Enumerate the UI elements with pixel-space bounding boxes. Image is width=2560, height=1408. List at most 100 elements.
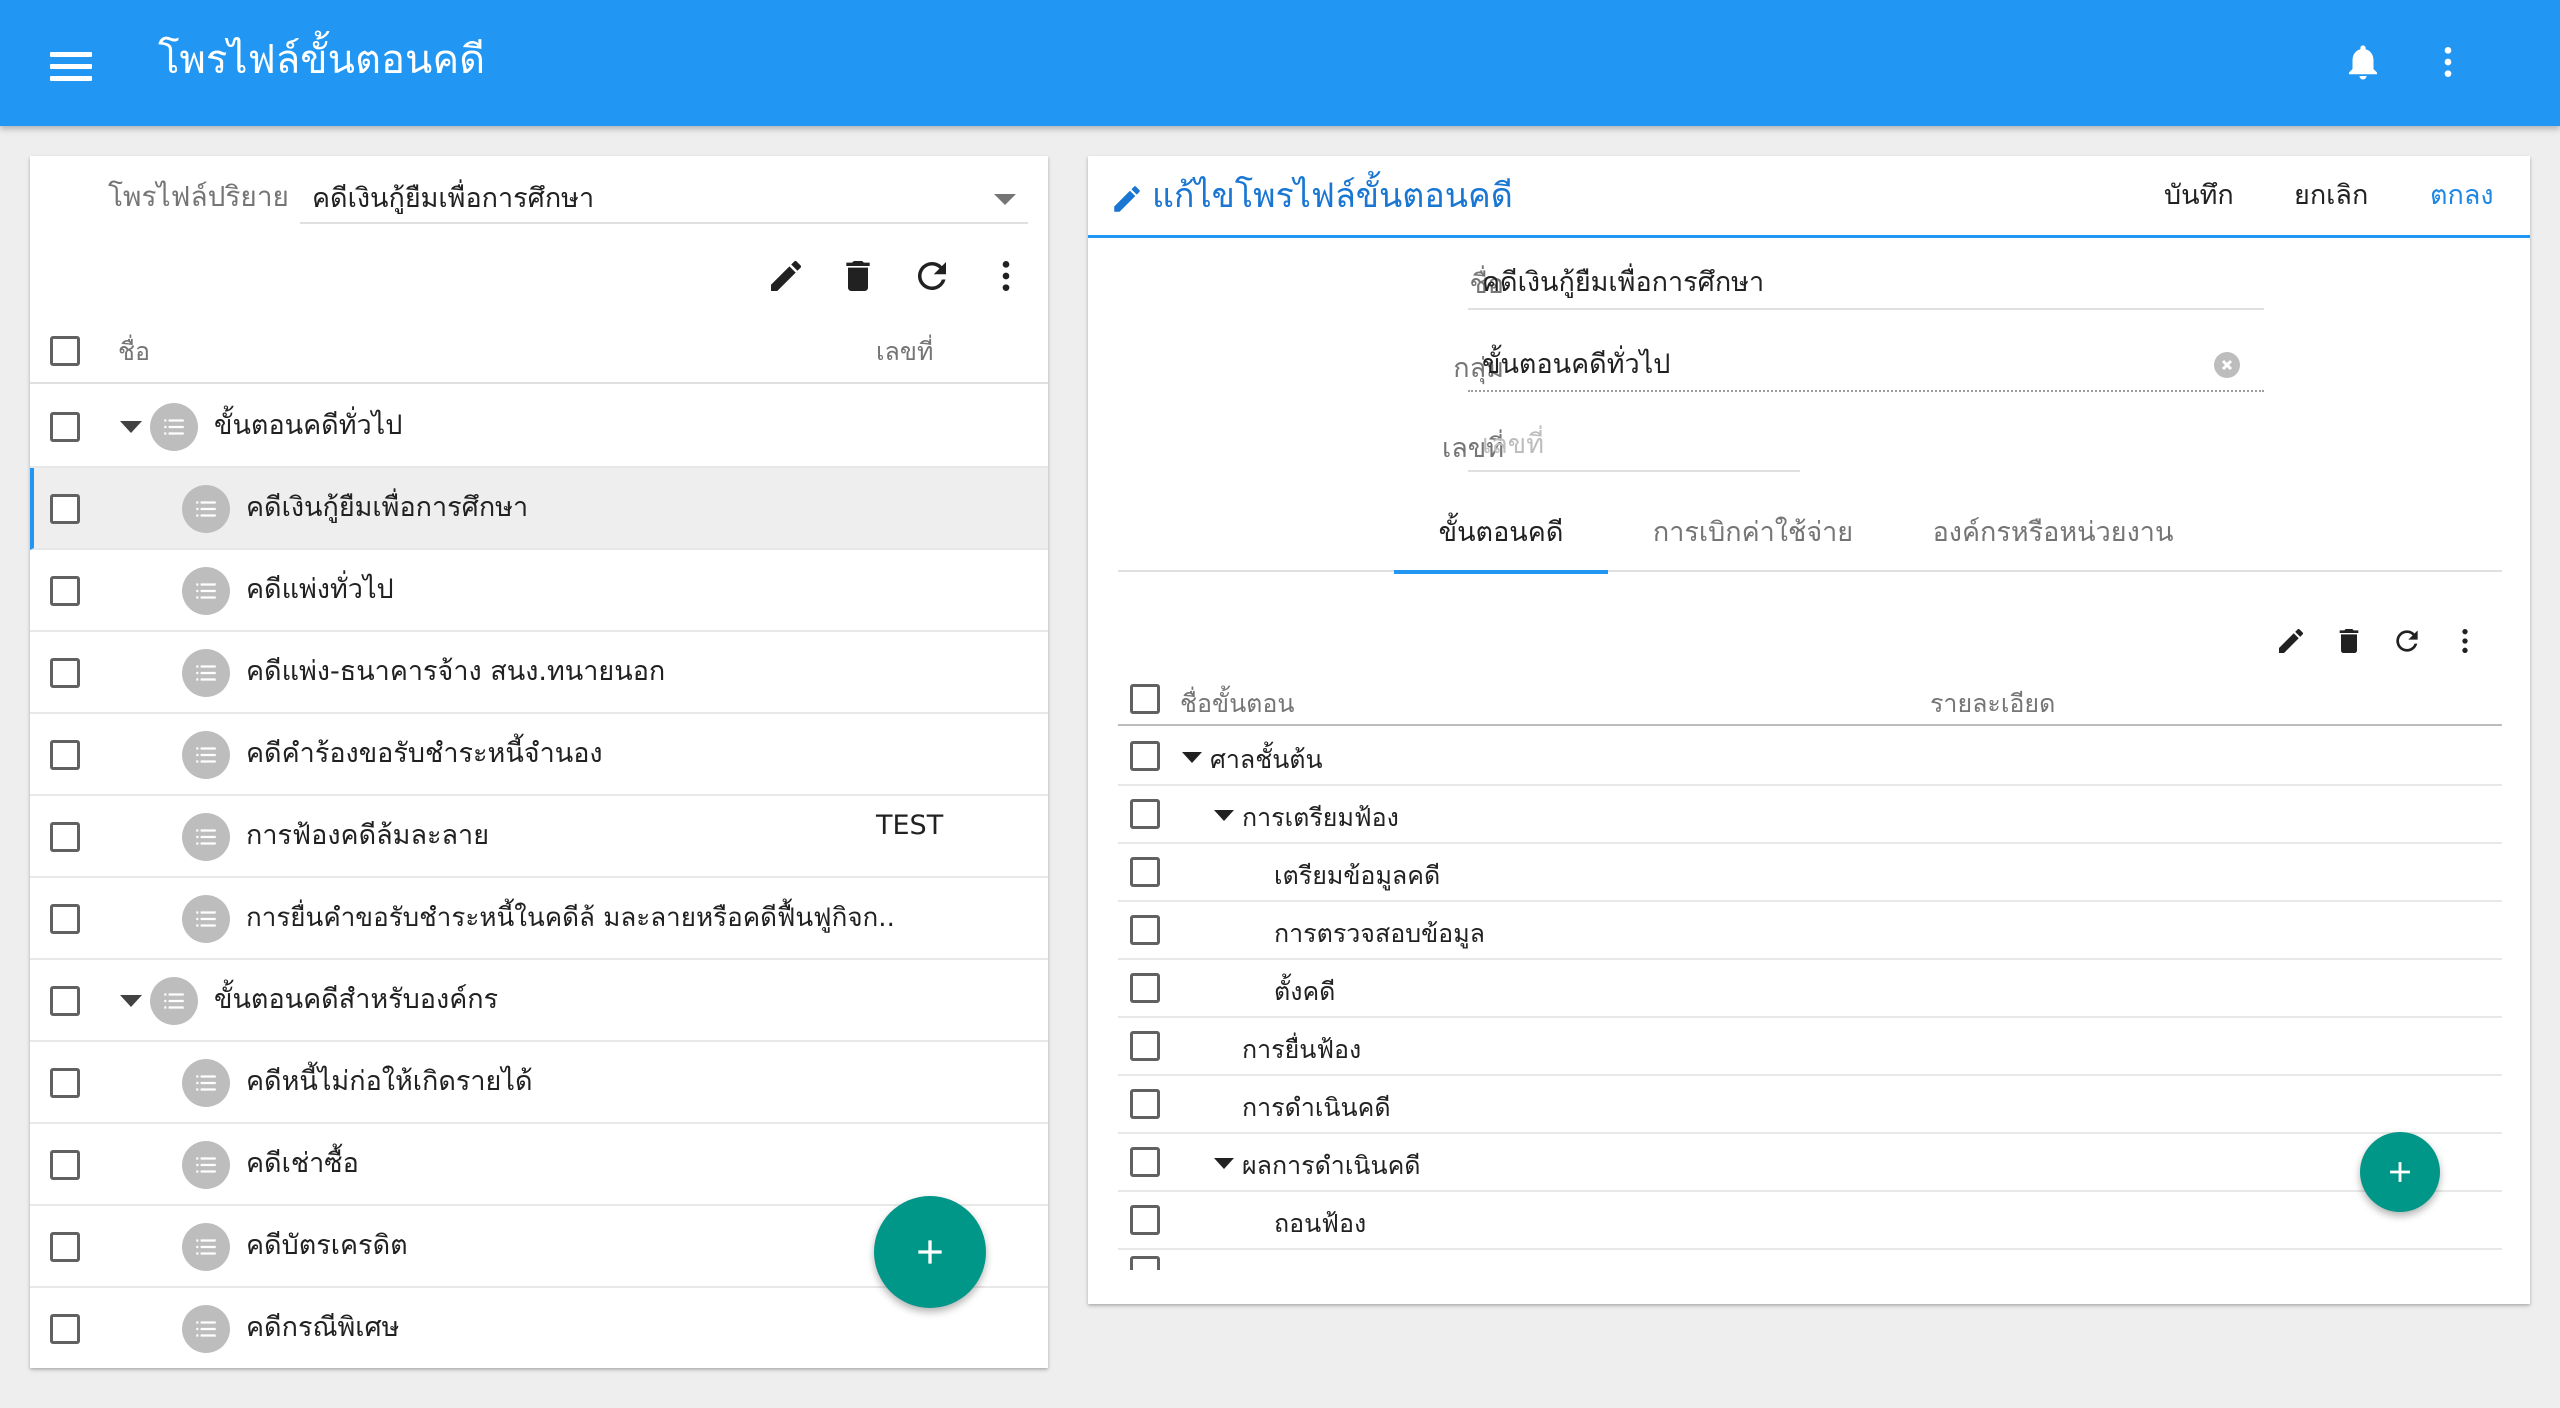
row-checkbox[interactable]	[1130, 973, 1160, 1003]
list-header: ชื่อ เลขที่	[30, 316, 1048, 384]
more-vert-icon[interactable]	[2428, 38, 2468, 86]
default-profile-select[interactable]: คดีเงินกู้ยืมเพื่อการศึกษา	[300, 168, 1028, 224]
tab-organizations[interactable]: องค์กรหรือหน่วยงาน	[1898, 496, 2208, 572]
row-checkbox[interactable]	[1130, 1031, 1160, 1061]
profile-list-card: โพรไฟล์ปริยาย คดีเงินกู้ยืมเพื่อการศึกษา…	[30, 156, 1048, 1368]
row-checkbox[interactable]	[50, 1068, 80, 1098]
refresh-icon[interactable]	[904, 248, 960, 304]
tree-row[interactable]: คดีแพ่ง-ธนาคารจ้าง สนง.ทนายนอก	[30, 632, 1048, 714]
row-label: ขั้นตอนคดีทั่วไป	[214, 410, 403, 441]
row-label: คดีแพ่งทั่วไป	[246, 574, 394, 605]
expand-caret-icon[interactable]	[120, 995, 142, 1007]
cancel-button[interactable]: ยกเลิก	[2286, 174, 2376, 218]
row-checkbox[interactable]	[50, 1150, 80, 1180]
step-label: เตรียมข้อมูลคดี	[1274, 861, 1441, 890]
row-label: การยื่นคำขอรับชำระหนี้ในคดีล้ มละลายหรือ…	[246, 903, 895, 933]
expand-caret-icon[interactable]	[1214, 1158, 1234, 1169]
row-number: TEST	[876, 810, 944, 841]
number-field[interactable]: เลขที่	[1468, 414, 1800, 472]
tree-group-row[interactable]: ขั้นตอนคดีสำหรับองค์กร	[30, 960, 1048, 1042]
step-label: การยื่นฟ้อง	[1242, 1035, 1362, 1064]
add-step-button[interactable]	[2360, 1132, 2440, 1212]
ok-button[interactable]: ตกลง	[2422, 174, 2502, 218]
edit-icon[interactable]	[758, 248, 814, 304]
clear-icon[interactable]	[2214, 352, 2240, 378]
row-checkbox[interactable]	[50, 576, 80, 606]
refresh-icon[interactable]	[2384, 618, 2430, 664]
row-checkbox[interactable]	[1130, 1256, 1160, 1270]
more-vert-icon[interactable]	[2442, 618, 2488, 664]
tab-expenses[interactable]: การเบิกค่าใช้จ่าย	[1628, 496, 1878, 572]
list-icon	[182, 895, 230, 943]
add-profile-button[interactable]	[874, 1196, 986, 1308]
delete-icon[interactable]	[830, 248, 886, 304]
tree-row[interactable]: คดีคำร้องขอรับชำระหนี้จำนอง	[30, 714, 1048, 796]
row-checkbox[interactable]	[50, 986, 80, 1016]
delete-icon[interactable]	[2326, 618, 2372, 664]
bell-icon[interactable]	[2342, 38, 2384, 86]
step-label: การเตรียมฟ้อง	[1242, 803, 1399, 832]
group-value: ขั้นตอนคดีทั่วไป	[1482, 349, 1671, 380]
step-row[interactable]: การเตรียมฟ้อง	[1118, 786, 2502, 844]
list-icon	[182, 485, 230, 533]
column-header-detail: รายละเอียด	[1930, 689, 2056, 718]
step-row[interactable]: เตรียมข้อมูลคดี	[1118, 844, 2502, 902]
row-checkbox[interactable]	[50, 822, 80, 852]
tree-row[interactable]: คดีหนี้ไม่ก่อให้เกิดรายได้	[30, 1042, 1048, 1124]
tree-row-selected[interactable]: คดีเงินกู้ยืมเพื่อการศึกษา	[30, 468, 1048, 550]
select-all-checkbox[interactable]	[1130, 684, 1160, 714]
expand-caret-icon[interactable]	[1214, 810, 1234, 821]
row-checkbox[interactable]	[1130, 799, 1160, 829]
row-label: การฟ้องคดีล้มละลาย	[246, 820, 490, 851]
row-checkbox[interactable]	[50, 412, 80, 442]
more-vert-icon[interactable]	[978, 248, 1034, 304]
hamburger-icon[interactable]	[50, 52, 92, 82]
step-row[interactable]: การตรวจสอบข้อมูล	[1118, 902, 2502, 960]
step-row-partial[interactable]	[1118, 1250, 2502, 1270]
list-icon	[182, 1305, 230, 1353]
list-icon	[182, 1141, 230, 1189]
row-checkbox[interactable]	[1130, 741, 1160, 771]
step-row[interactable]: ศาลชั้นต้น	[1118, 728, 2502, 786]
list-icon	[182, 813, 230, 861]
row-checkbox[interactable]	[50, 1232, 80, 1262]
step-label: การดำเนินคดี	[1242, 1093, 1391, 1122]
row-checkbox[interactable]	[50, 494, 80, 524]
column-header-number: เลขที่	[876, 337, 934, 366]
row-checkbox[interactable]	[1130, 1147, 1160, 1177]
column-header-step-name: ชื่อขั้นตอน	[1180, 689, 1295, 718]
edit-icon[interactable]	[2268, 618, 2314, 664]
tree-row[interactable]: คดีกรณีพิเศษ	[30, 1288, 1048, 1368]
expand-caret-icon[interactable]	[120, 421, 142, 433]
row-label: คดีกรณีพิเศษ	[246, 1312, 400, 1343]
row-checkbox[interactable]	[1130, 857, 1160, 887]
edit-card-header: แก้ไขโพรไฟล์ขั้นตอนคดี บันทึก ยกเลิก ตกล…	[1088, 156, 2530, 238]
expand-caret-icon[interactable]	[1182, 752, 1202, 763]
row-checkbox[interactable]	[1130, 915, 1160, 945]
tree-group-row[interactable]: ขั้นตอนคดีทั่วไป	[30, 386, 1048, 468]
dropdown-arrow-icon	[994, 194, 1016, 205]
row-checkbox[interactable]	[50, 1314, 80, 1344]
group-field[interactable]: ขั้นตอนคดีทั่วไป	[1468, 334, 2264, 392]
select-all-checkbox[interactable]	[50, 336, 80, 366]
step-row[interactable]: การยื่นฟ้อง	[1118, 1018, 2502, 1076]
tab-case-steps[interactable]: ขั้นตอนคดี	[1394, 496, 1608, 574]
row-checkbox[interactable]	[50, 740, 80, 770]
row-checkbox[interactable]	[50, 904, 80, 934]
tab-bar: ขั้นตอนคดี การเบิกค่าใช้จ่าย องค์กรหรือห…	[1118, 496, 2502, 574]
tree-row[interactable]: การยื่นคำขอรับชำระหนี้ในคดีล้ มละลายหรือ…	[30, 878, 1048, 960]
step-row[interactable]: ตั้งคดี	[1118, 960, 2502, 1018]
save-button[interactable]: บันทึก	[2156, 174, 2242, 218]
tree-row[interactable]: คดีแพ่งทั่วไป	[30, 550, 1048, 632]
tree-row[interactable]: การฟ้องคดีล้มละลาย TEST	[30, 796, 1048, 878]
name-field[interactable]: คดีเงินกู้ยืมเพื่อการศึกษา	[1468, 252, 2264, 310]
list-icon	[182, 649, 230, 697]
row-checkbox[interactable]	[50, 658, 80, 688]
step-row[interactable]: ถอนฟ้อง	[1118, 1192, 2502, 1250]
tree-row[interactable]: คดีเช่าซื้อ	[30, 1124, 1048, 1206]
step-row[interactable]: การดำเนินคดี	[1118, 1076, 2502, 1134]
row-checkbox[interactable]	[1130, 1205, 1160, 1235]
row-checkbox[interactable]	[1130, 1089, 1160, 1119]
step-row[interactable]: ผลการดำเนินคดี	[1118, 1134, 2502, 1192]
row-label: คดีแพ่ง-ธนาคารจ้าง สนง.ทนายนอก	[246, 656, 666, 687]
